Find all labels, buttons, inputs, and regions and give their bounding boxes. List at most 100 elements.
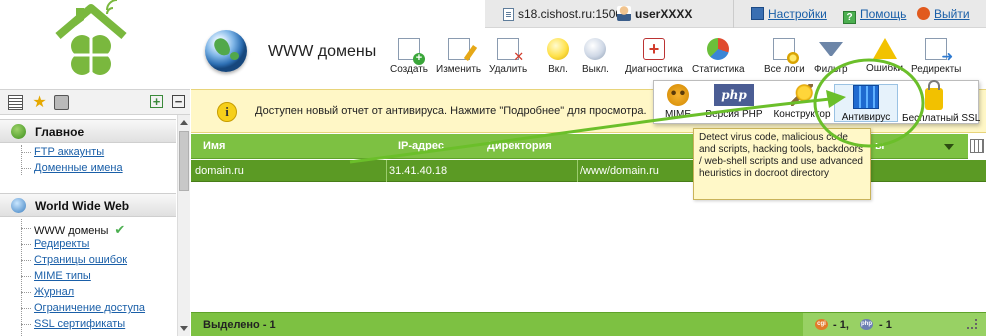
cell-directory: /www/domain.ru [580, 165, 659, 177]
lightbulb-on-icon [547, 38, 569, 60]
more-actions-dropdown: MIME php Версия PHP Конструктор Антивирус… [653, 80, 980, 124]
first-aid-icon [642, 38, 665, 60]
section-main[interactable]: Главное [0, 119, 176, 143]
menu-item-mime-types[interactable]: MIME типы [21, 270, 91, 282]
delete-button[interactable]: Удалить [489, 38, 527, 75]
antivirus-icon [853, 85, 879, 109]
all-logs-button[interactable]: Все логи [764, 38, 805, 75]
logout-icon [917, 7, 930, 20]
redirect-icon [925, 38, 953, 65]
favorites-star-icon[interactable]: ★ [32, 95, 47, 111]
menu-item-access-restriction[interactable]: Ограничение доступа [20, 302, 145, 314]
home-icon [11, 124, 26, 139]
column-divider [577, 160, 578, 182]
scroll-down-arrow-icon[interactable] [180, 326, 188, 331]
footer-summary: cgi - 1, php - 1 [803, 313, 986, 336]
dropdown-item-mime[interactable]: MIME [646, 84, 710, 122]
logs-icon [773, 38, 800, 64]
page-title: WWW домены [268, 43, 377, 60]
selected-count: Выделено - 1 [203, 319, 276, 331]
cgi-count: - 1, [833, 319, 849, 331]
expand-all-button[interactable]: + [150, 95, 163, 108]
scroll-up-arrow-icon[interactable] [180, 120, 188, 125]
top-bar: s18.cishost.ru:1500 :: userXXXX Настройк… [485, 0, 986, 28]
pie-chart-icon [707, 38, 730, 60]
table-footer: Выделено - 1 cgi - 1, php - 1 [191, 312, 986, 336]
filter-button[interactable]: Фильтр [814, 38, 848, 75]
section-www-title: World Wide Web [35, 199, 130, 213]
notice-text: Доступен новый отчет от антивируса. Нажм… [255, 105, 647, 117]
constructor-icon [791, 84, 813, 106]
left-panel-menu: Главное FTP аккаунты Доменные имена Worl… [0, 115, 176, 336]
enable-button[interactable]: Вкл. [547, 38, 569, 75]
dropdown-item-php-version[interactable]: php Версия PHP [702, 84, 766, 122]
column-header-ip[interactable]: IP-адрес [398, 140, 444, 152]
server-info: s18.cishost.ru:1500 :: [503, 7, 632, 21]
globe-icon [11, 198, 26, 213]
info-icon: i [217, 102, 237, 122]
create-button[interactable]: Создать [390, 38, 428, 75]
username-label: userXXXX [635, 7, 693, 21]
menu-item-www-domains[interactable]: WWW домены ✔ [20, 222, 126, 238]
dropdown-item-constructor[interactable]: Конструктор [770, 84, 834, 122]
column-divider [386, 160, 387, 182]
column-header-extra[interactable]: ы [875, 140, 884, 152]
settings-link[interactable]: Настройки [751, 7, 827, 21]
tree-line [21, 145, 22, 175]
cell-ip: 31.41.40.18 [389, 165, 448, 177]
list-view-icon[interactable] [8, 95, 23, 110]
statistics-button[interactable]: Статистика [692, 38, 745, 75]
document-icon [503, 8, 514, 21]
resize-grip-icon[interactable] [967, 319, 977, 329]
lightbulb-off-icon [584, 38, 607, 60]
collapse-all-button[interactable]: − [172, 95, 185, 108]
settings-icon [751, 7, 764, 20]
menu-item-ssl-certificates[interactable]: SSL сертификаты [20, 318, 125, 330]
cell-name: domain.ru [195, 165, 244, 177]
brand-logo[interactable] [52, 0, 130, 82]
checkmark-icon: ✔ [114, 222, 126, 237]
column-header-directory[interactable]: Директория [487, 140, 552, 152]
php-count: - 1 [879, 319, 892, 331]
errors-button[interactable]: Ошибки [866, 38, 903, 74]
diagnostics-button[interactable]: Диагностика [625, 38, 683, 75]
logout-link[interactable]: Выйти [917, 7, 970, 21]
user-icon [617, 6, 631, 21]
server-label: s18.cishost.ru:1500 :: [518, 7, 633, 21]
redirects-button[interactable]: Редиректы [911, 38, 961, 75]
php-logo-icon: php [714, 84, 754, 106]
antivirus-tooltip: Detect virus code, malicious code and sc… [693, 128, 871, 200]
mime-mask-icon [667, 84, 689, 106]
delete-document-icon [497, 38, 524, 65]
disable-button[interactable]: Выкл. [582, 38, 609, 75]
cgi-icon: cgi [815, 319, 828, 330]
column-menu-arrow-icon[interactable] [944, 144, 954, 150]
filter-icon [818, 42, 843, 56]
menu-item-ftp-accounts[interactable]: FTP аккаунты [20, 146, 104, 158]
menu-item-log[interactable]: Журнал [20, 286, 74, 298]
add-document-icon [398, 38, 425, 65]
user-info: userXXXX [617, 6, 692, 21]
left-panel-scrollbar[interactable] [177, 115, 190, 336]
warning-icon [872, 38, 897, 59]
dropdown-item-free-ssl[interactable]: Бесплатный SSL [902, 80, 980, 124]
menu-item-redirects[interactable]: Редиректы [20, 238, 89, 250]
dropdown-item-antivirus[interactable]: Антивирус [834, 84, 898, 123]
briefcase-icon[interactable] [54, 95, 69, 110]
tree-line [21, 219, 22, 336]
help-icon: ? [843, 11, 856, 24]
section-main-title: Главное [35, 125, 85, 139]
section-www[interactable]: World Wide Web [0, 193, 176, 217]
edit-button[interactable]: Изменить [436, 38, 481, 75]
column-header-name[interactable]: Имя [203, 140, 225, 152]
lock-icon [925, 80, 943, 110]
edit-document-icon [447, 38, 470, 60]
scrollbar-thumb[interactable] [179, 131, 189, 191]
globe-icon [205, 30, 247, 72]
php-icon: php [860, 319, 873, 330]
topbar-divider [733, 0, 734, 28]
menu-item-error-pages[interactable]: Страницы ошибок [20, 254, 127, 266]
menu-item-domain-names[interactable]: Доменные имена [21, 162, 123, 174]
table-settings-icon[interactable] [970, 139, 984, 153]
help-link[interactable]: ? Помощь [843, 7, 906, 24]
